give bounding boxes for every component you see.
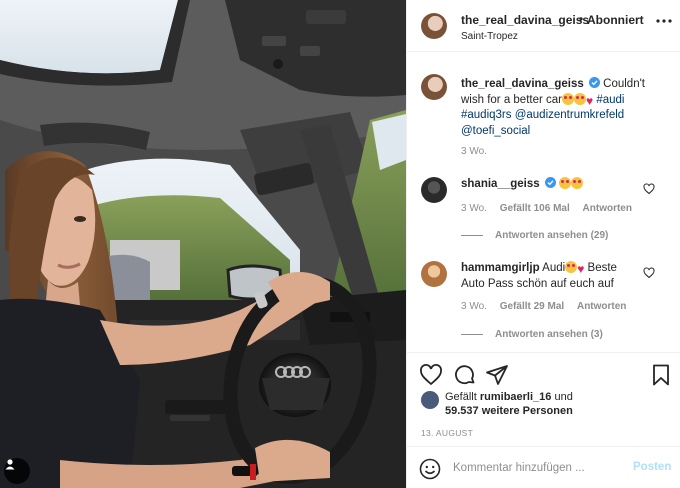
- commenter-avatar[interactable]: [421, 261, 447, 287]
- likes-prefix: Gefällt: [445, 391, 477, 403]
- heart-eyes-emoji-icon: [561, 92, 574, 105]
- view-replies-label: Antworten ansehen (29): [495, 230, 609, 241]
- instagram-post-view: the_real_davina_geiss • Abonniert Saint-…: [0, 0, 680, 488]
- verified-badge-icon: [588, 77, 600, 88]
- view-replies-button[interactable]: Antworten ansehen (29): [461, 230, 608, 241]
- likes-others-link[interactable]: 59.537 weitere Personen: [445, 405, 573, 417]
- caption-username[interactable]: the_real_davina_geiss: [461, 78, 584, 90]
- hashtag-link[interactable]: #audiq3rs: [461, 109, 512, 121]
- bookmark-icon[interactable]: [649, 363, 673, 387]
- reply-button[interactable]: Antworten: [583, 203, 632, 214]
- likes-connector: und: [554, 391, 573, 403]
- author-avatar[interactable]: [421, 13, 447, 39]
- like-comment-heart-icon[interactable]: [643, 182, 655, 195]
- comment-timestamp[interactable]: 3 Wo.: [461, 203, 487, 214]
- comment-input[interactable]: [453, 459, 623, 477]
- add-comment-bar: Posten: [407, 446, 680, 488]
- header-separator: •: [579, 12, 584, 26]
- mention-link[interactable]: @audizentrumkrefeld: [515, 109, 624, 121]
- comment-likes[interactable]: Gefällt 106 Mal: [500, 203, 570, 214]
- comment-timestamp[interactable]: 3 Wo.: [461, 301, 487, 312]
- red-heart-emoji-icon: ♥: [577, 262, 585, 276]
- post-header: the_real_davina_geiss • Abonniert Saint-…: [407, 0, 680, 52]
- comment-text-lead: Audi: [542, 262, 566, 274]
- comment-username[interactable]: shania__geiss: [461, 178, 540, 190]
- comment-likes[interactable]: Gefällt 29 Mal: [500, 301, 564, 312]
- tagged-users-button[interactable]: [4, 458, 30, 484]
- car-interior-photo: [0, 0, 406, 488]
- post-sidebar: the_real_davina_geiss • Abonniert Saint-…: [406, 0, 680, 488]
- paper-plane-icon[interactable]: [485, 363, 509, 387]
- heart-eyes-emoji-icon: [571, 177, 584, 189]
- verified-badge-icon: [544, 177, 556, 188]
- replies-divider: [461, 234, 483, 236]
- post-photo[interactable]: [0, 0, 406, 488]
- hashtag-link[interactable]: #audi: [596, 94, 624, 106]
- comment-meta: 3 Wo. Gefällt 106 Mal Antworten: [461, 203, 642, 214]
- liker-avatar[interactable]: [421, 391, 439, 409]
- caption-timestamp[interactable]: 3 Wo.: [461, 146, 487, 157]
- liker-username[interactable]: rumibaerli_16: [480, 391, 552, 403]
- likes-summary: Gefällt rumibaerli_16 und 59.537 weitere…: [421, 390, 671, 420]
- heart-icon[interactable]: [419, 363, 443, 387]
- red-heart-emoji-icon: ♥: [585, 93, 594, 108]
- likes-text: Gefällt rumibaerli_16 und 59.537 weitere…: [445, 390, 573, 418]
- heart-eyes-emoji-icon: [573, 92, 586, 105]
- more-options-icon[interactable]: [655, 14, 673, 28]
- mention-link[interactable]: @toefi_social: [461, 125, 530, 137]
- caption-avatar[interactable]: [421, 74, 447, 100]
- smiley-icon[interactable]: [419, 458, 441, 480]
- commenter-avatar[interactable]: [421, 177, 447, 203]
- replies-divider: [461, 333, 483, 335]
- post-location[interactable]: Saint-Tropez: [461, 31, 518, 42]
- author-username[interactable]: the_real_davina_geiss: [461, 13, 589, 27]
- post-action-bar: [407, 352, 680, 394]
- post-date[interactable]: 13. AUGUST: [421, 428, 473, 438]
- like-comment-heart-icon[interactable]: [643, 266, 655, 279]
- view-replies-label: Antworten ansehen (3): [495, 329, 603, 340]
- comment-meta: 3 Wo. Gefällt 29 Mal Antworten: [461, 301, 636, 312]
- reply-button[interactable]: Antworten: [577, 301, 626, 312]
- heart-eyes-emoji-icon: [559, 177, 572, 189]
- post-caption: the_real_davina_geiss Couldn't wish for …: [461, 77, 657, 139]
- heart-eyes-emoji-icon: [565, 261, 578, 273]
- comment-icon[interactable]: [453, 363, 477, 387]
- following-button[interactable]: Abonniert: [587, 13, 644, 27]
- post-comment-button[interactable]: Posten: [633, 461, 671, 473]
- view-replies-button[interactable]: Antworten ansehen (3): [461, 329, 603, 340]
- comment: hammamgirljp Audi ♥ Beste Auto Pass schön…: [461, 261, 641, 292]
- comment-username[interactable]: hammamgirljp: [461, 262, 540, 274]
- comment: shania__geiss: [461, 177, 641, 193]
